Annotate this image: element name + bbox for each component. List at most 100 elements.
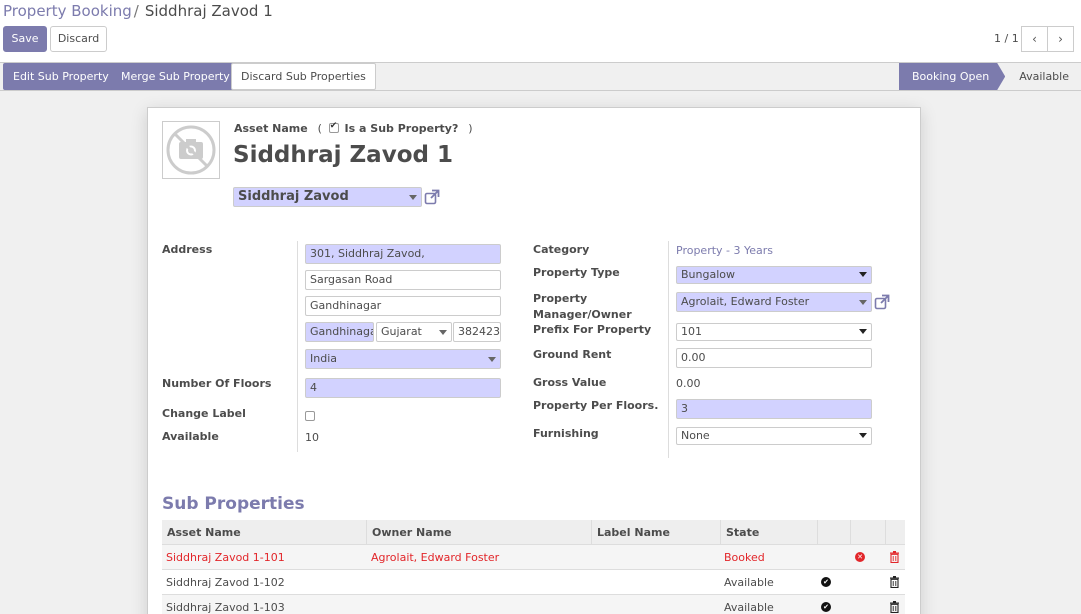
- per-floor-field[interactable]: 3: [676, 399, 872, 419]
- row-asset-name: Siddhraj Zavod 1-103: [166, 601, 285, 614]
- check-circle-icon[interactable]: ✔: [821, 602, 831, 612]
- address-label: Address: [162, 243, 213, 256]
- row-state: Available: [724, 576, 774, 589]
- property-type-select[interactable]: Bungalow: [676, 266, 872, 284]
- row-label-name: [592, 570, 596, 595]
- right-group-divider: [668, 241, 669, 458]
- category-link[interactable]: Property - 3 Years: [676, 244, 773, 257]
- property-manager-label-line2: Manager/Owner: [533, 308, 632, 321]
- row-label-name: [592, 545, 596, 570]
- state-select[interactable]: Gujarat: [376, 322, 452, 342]
- chevron-right-icon: ›: [1058, 32, 1063, 46]
- township-field[interactable]: Gandhinagar: [305, 296, 501, 316]
- row-label-name: [592, 595, 596, 614]
- asset-name-title[interactable]: Siddhraj Zavod 1: [233, 142, 453, 168]
- external-link-icon[interactable]: [424, 189, 440, 205]
- save-button[interactable]: Save: [3, 26, 47, 52]
- country-value: India: [310, 352, 337, 365]
- parent-property-select[interactable]: Siddhraj Zavod: [233, 187, 422, 207]
- table-row[interactable]: Siddhraj Zavod 1-103 Available ✔: [162, 595, 905, 614]
- status-available[interactable]: Available: [1005, 63, 1081, 90]
- edit-sub-property-button[interactable]: Edit Sub Property: [3, 63, 119, 90]
- property-manager-label-line1: Property: [533, 292, 588, 305]
- trash-icon[interactable]: [890, 551, 899, 563]
- column-action-1: [818, 520, 851, 545]
- floors-label: Number Of Floors: [162, 377, 272, 390]
- city-field[interactable]: Gandhinaga: [305, 322, 374, 342]
- caret-down-icon: [859, 433, 867, 438]
- status-booking-open[interactable]: Booking Open: [899, 63, 1005, 90]
- trash-icon[interactable]: [890, 601, 899, 613]
- row-owner-name: Agrolait, Edward Foster: [371, 551, 500, 564]
- property-type-value: Bungalow: [681, 268, 735, 281]
- street2-field[interactable]: Sargasan Road: [305, 270, 501, 290]
- caret-down-icon: [409, 195, 417, 200]
- breadcrumb-current: Siddhraj Zavod 1: [144, 2, 273, 20]
- country-select[interactable]: India: [305, 349, 501, 369]
- ground-rent-field[interactable]: 0.00: [676, 348, 872, 368]
- cancel-booking-icon[interactable]: ✕: [855, 552, 865, 562]
- floors-field[interactable]: 4: [305, 378, 501, 398]
- statusbar: Booking Open Available: [899, 63, 1081, 90]
- breadcrumb: Property Booking / Siddhraj Zavod 1: [3, 2, 273, 20]
- change-label-label: Change Label: [162, 407, 246, 420]
- check-circle-icon[interactable]: ✔: [821, 577, 831, 587]
- paren-open: (: [317, 122, 322, 135]
- discard-button[interactable]: Discard: [50, 26, 107, 52]
- table-row[interactable]: Siddhraj Zavod 1-101 Agrolait, Edward Fo…: [162, 545, 905, 570]
- state-value: Gujarat: [381, 325, 422, 338]
- property-manager-label: Property Manager/Owner: [533, 291, 632, 323]
- caret-down-icon: [488, 357, 496, 362]
- trash-icon[interactable]: [890, 576, 899, 588]
- row-state: Available: [724, 601, 774, 614]
- asset-name-label: Asset Name: [234, 122, 308, 135]
- breadcrumb-property-booking[interactable]: Property Booking: [3, 2, 132, 20]
- pager-value[interactable]: 1 / 1: [994, 32, 1019, 45]
- pager-previous-button[interactable]: ‹: [1021, 26, 1048, 52]
- sub-property-checkbox[interactable]: [328, 121, 339, 133]
- discard-sub-properties-button[interactable]: Discard Sub Properties: [231, 63, 376, 90]
- caret-down-icon: [859, 300, 867, 305]
- prefix-select[interactable]: 101: [676, 323, 872, 341]
- street-field[interactable]: 301, Siddhraj Zavod,: [305, 244, 501, 264]
- furnishing-select[interactable]: None: [676, 427, 872, 445]
- table-row[interactable]: Siddhraj Zavod 1-102 Available ✔: [162, 570, 905, 595]
- merge-sub-property-button[interactable]: Merge Sub Property: [111, 63, 240, 90]
- property-type-label: Property Type: [533, 266, 620, 279]
- available-value: 10: [305, 431, 319, 444]
- paren-close: ): [468, 122, 473, 135]
- property-image[interactable]: [162, 121, 220, 179]
- property-manager-select[interactable]: Agrolait, Edward Foster: [676, 292, 872, 312]
- control-panel: Property Booking / Siddhraj Zavod 1 Save D…: [0, 0, 1081, 63]
- external-link-icon[interactable]: [874, 294, 890, 310]
- parent-property-value: Siddhraj Zavod: [238, 189, 349, 204]
- ground-rent-label: Ground Rent: [533, 348, 612, 361]
- asset-name-row: Asset Name ( Is a Sub Property? ): [234, 121, 475, 135]
- breadcrumb-separator: /: [133, 2, 139, 20]
- sub-properties-table: Asset Name Owner Name Label Name State S…: [162, 520, 905, 614]
- column-label-name[interactable]: Label Name: [592, 520, 721, 545]
- column-owner-name[interactable]: Owner Name: [367, 520, 592, 545]
- row-asset-name: Siddhraj Zavod 1-101: [166, 551, 285, 564]
- caret-down-icon: [859, 272, 867, 277]
- prefix-value: 101: [681, 325, 702, 338]
- column-asset-name[interactable]: Asset Name: [162, 520, 367, 545]
- left-group-divider: [297, 241, 298, 452]
- caret-down-icon: [439, 330, 447, 335]
- per-floor-label: Property Per Floors.: [533, 399, 659, 412]
- gross-value-label: Gross Value: [533, 376, 607, 389]
- furnishing-value: None: [681, 429, 710, 442]
- category-label: Category: [533, 243, 590, 256]
- column-state[interactable]: State: [721, 520, 818, 545]
- available-label: Available: [162, 430, 219, 443]
- chevron-left-icon: ‹: [1032, 32, 1037, 46]
- sub-properties-title: Sub Properties: [162, 494, 305, 514]
- row-owner-name: [367, 595, 371, 614]
- column-action-2: [851, 520, 886, 545]
- change-label-checkbox[interactable]: [305, 411, 315, 421]
- pager-next-button[interactable]: ›: [1047, 26, 1074, 52]
- row-asset-name: Siddhraj Zavod 1-102: [166, 576, 285, 589]
- furnishing-label: Furnishing: [533, 427, 599, 440]
- zip-field[interactable]: 382423: [453, 322, 501, 342]
- no-camera-icon: [166, 125, 216, 175]
